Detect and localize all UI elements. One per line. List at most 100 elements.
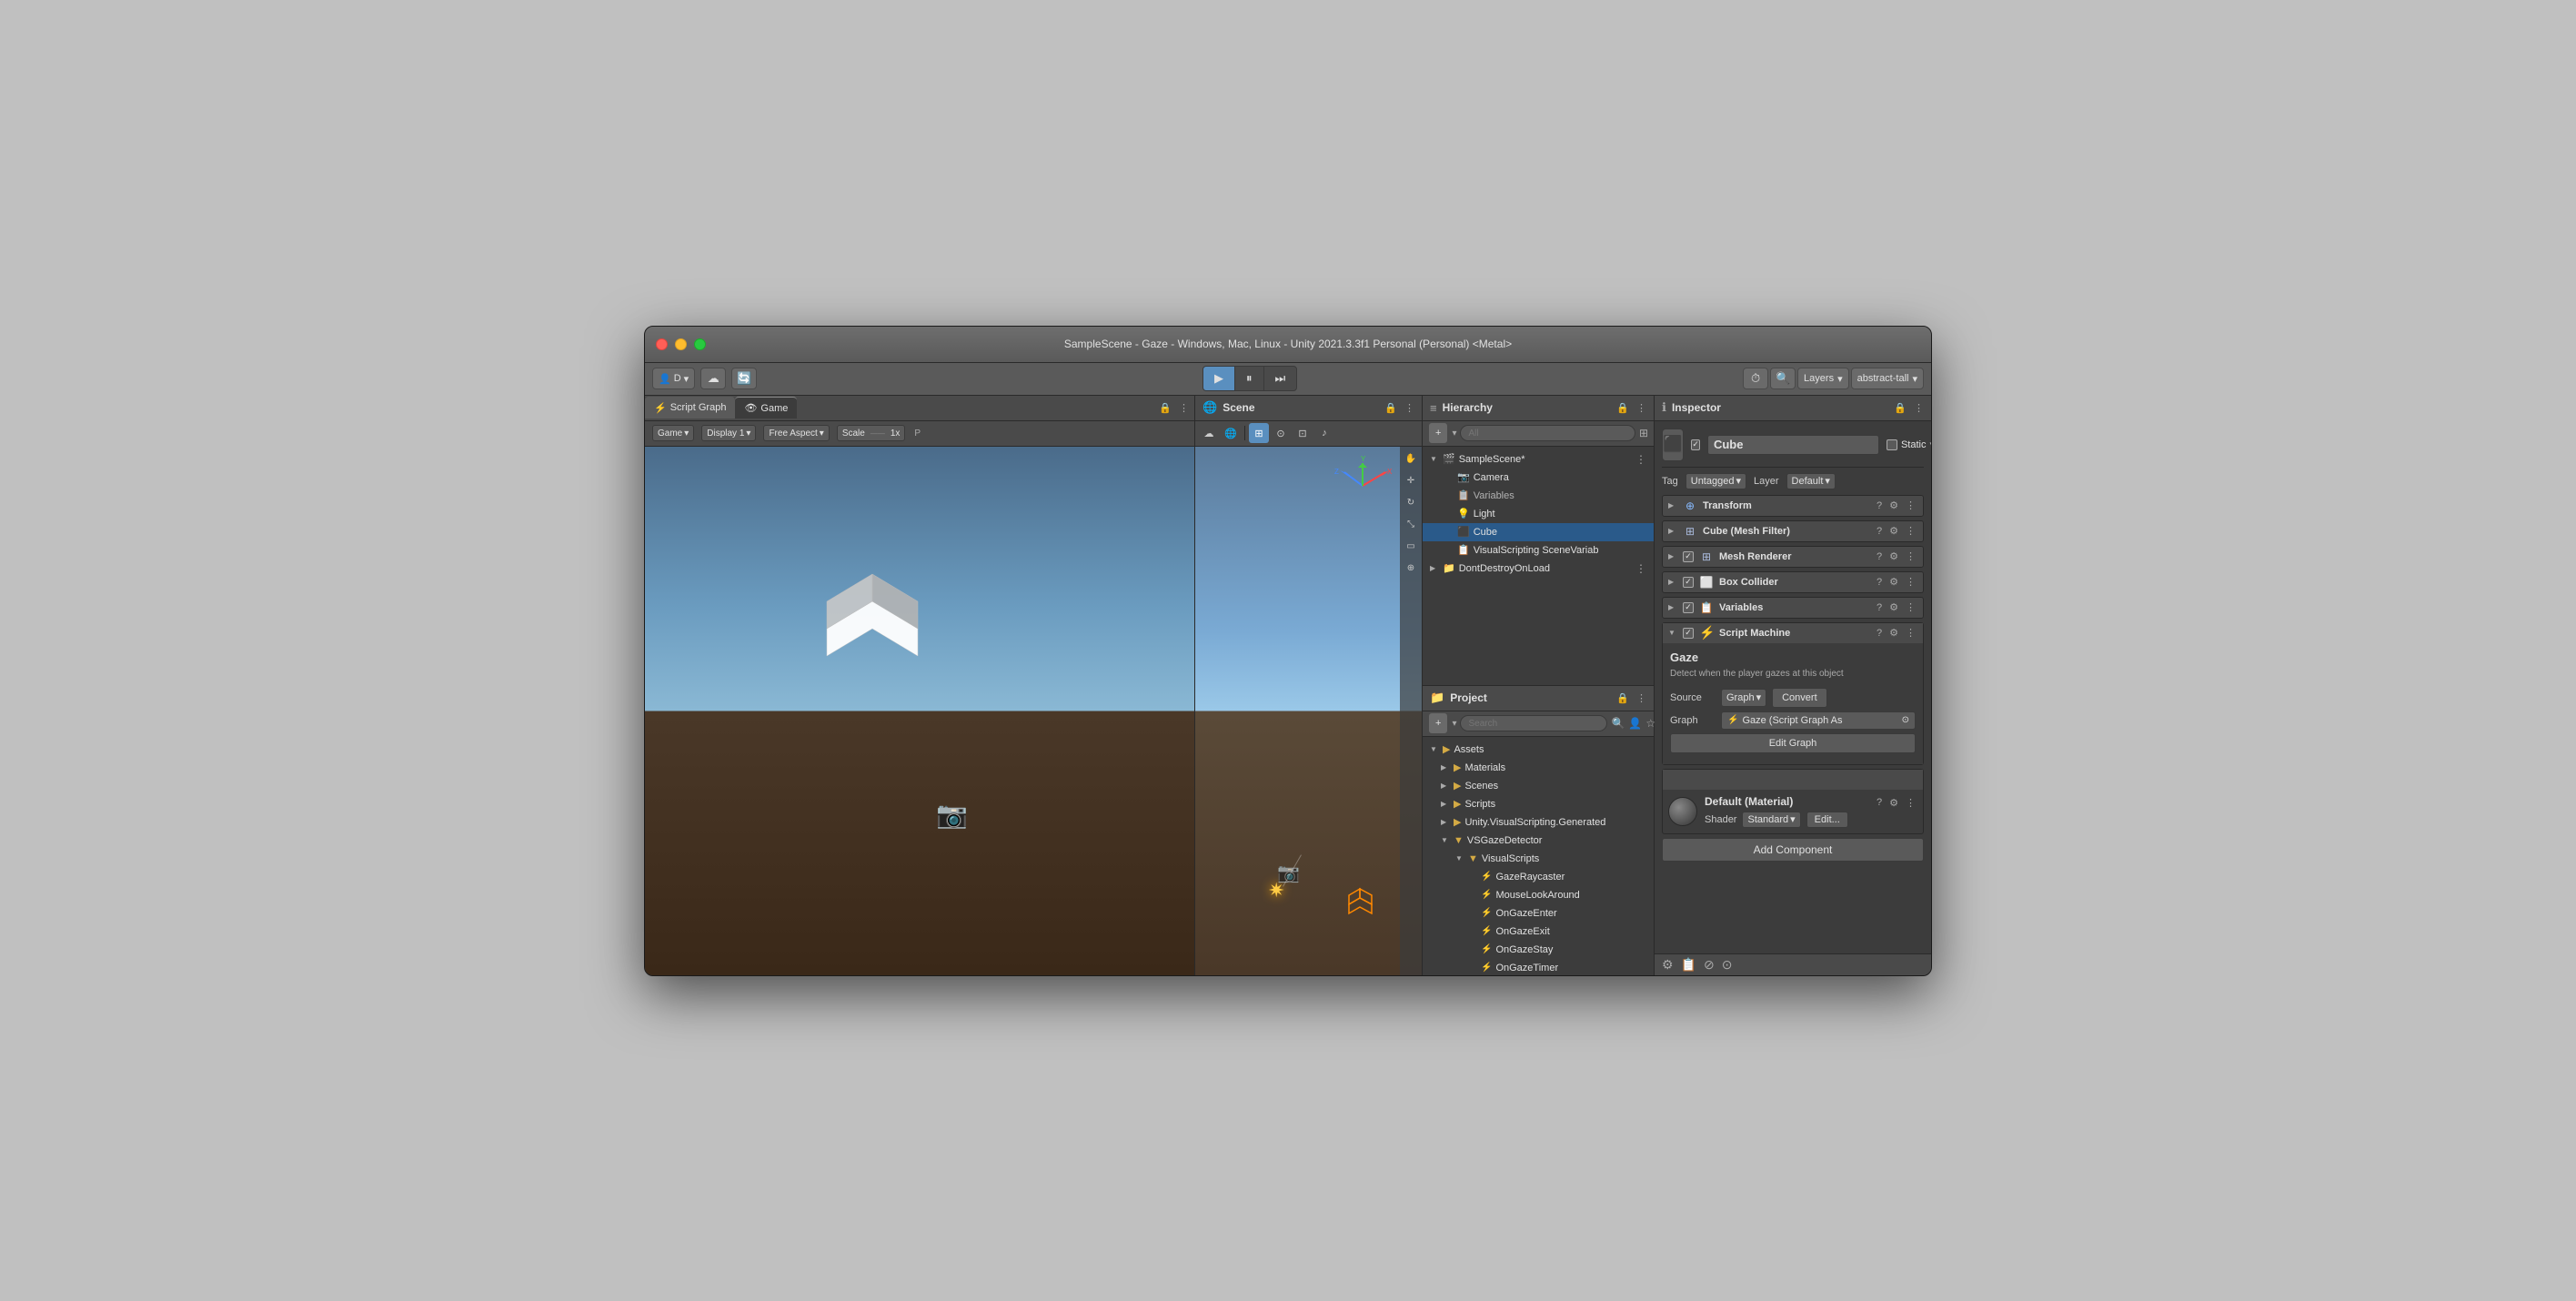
shader-dropdown[interactable]: Standard ▾ [1742, 812, 1800, 828]
transform-header[interactable]: ▶ ⊕ Transform ? ⚙ ⋮ [1663, 496, 1923, 516]
sm-more[interactable]: ⋮ [1904, 627, 1917, 639]
hierarchy-item-variables[interactable]: ▶ 📋 Variables [1423, 487, 1654, 505]
layout-dropdown[interactable]: abstract-tall ▾ [1851, 368, 1924, 389]
pause-button[interactable]: ⏸ [1235, 367, 1264, 390]
project-on-gaze-timer[interactable]: ⚡ OnGazeTimer [1423, 959, 1654, 975]
play-button[interactable]: ▶ [1203, 367, 1235, 390]
account2-button[interactable]: 🔄 [731, 368, 757, 389]
sm-help[interactable]: ? [1875, 627, 1884, 639]
mesh-filter-more[interactable]: ⋮ [1904, 525, 1917, 537]
scene-lock[interactable]: 🔒 [1384, 402, 1397, 414]
script-machine-header[interactable]: ▼ ⚡ Script Machine ? ⚙ ⋮ [1663, 623, 1923, 643]
mesh-renderer-help[interactable]: ? [1875, 550, 1884, 562]
scale-control[interactable]: Scale —— 1x [837, 425, 906, 441]
material-header[interactable] [1663, 770, 1923, 790]
static-arrow[interactable]: ▾ [1929, 439, 1931, 449]
scene-snap-btn[interactable]: ⊡ [1293, 423, 1313, 443]
hierarchy-item-scene[interactable]: ▼ 🎬 SampleScene* ⋮ [1423, 450, 1654, 469]
project-add-button[interactable]: + [1428, 712, 1448, 734]
inspector-more[interactable]: ⋮ [1914, 402, 1924, 414]
step-button[interactable]: ⏭ [1264, 367, 1297, 390]
project-gaze-raycaster[interactable]: ⚡ GazeRaycaster [1423, 868, 1654, 886]
mesh-renderer-check[interactable] [1683, 551, 1694, 562]
tab-game[interactable]: 👁 Game [735, 397, 797, 419]
sm-convert-button[interactable]: Convert [1772, 688, 1827, 708]
layers-dropdown[interactable]: Layers ▾ [1797, 368, 1849, 389]
status-icon-1[interactable]: ⚙ [1662, 957, 1674, 973]
material-settings[interactable]: ⚙ [1887, 797, 1900, 809]
left-panel-lock[interactable]: 🔒 [1159, 402, 1172, 414]
scene-gizmo-btn[interactable]: ⊙ [1271, 423, 1291, 443]
transform-more[interactable]: ⋮ [1904, 499, 1917, 511]
variables-more[interactable]: ⋮ [1904, 601, 1917, 613]
static-check[interactable] [1887, 439, 1897, 450]
layer-dropdown[interactable]: Default ▾ [1786, 473, 1836, 489]
inspector-lock[interactable]: 🔒 [1894, 402, 1907, 414]
sm-edit-graph-button[interactable]: Edit Graph [1670, 733, 1916, 753]
material-more[interactable]: ⋮ [1904, 797, 1917, 809]
sm-check[interactable] [1683, 628, 1694, 639]
cloud-button[interactable]: ☁ [700, 368, 726, 389]
hierarchy-add-button[interactable]: + [1428, 422, 1448, 444]
material-help[interactable]: ? [1875, 797, 1884, 809]
hierarchy-item-light[interactable]: ▶ 💡 Light [1423, 505, 1654, 523]
project-vs-generated[interactable]: ▶ ▶ Unity.VisualScripting.Generated [1423, 813, 1654, 832]
tag-dropdown[interactable]: Untagged ▾ [1685, 473, 1746, 489]
mesh-filter-settings[interactable]: ⚙ [1887, 525, 1900, 537]
project-search-icon[interactable]: 🔍 [1611, 717, 1625, 730]
sm-graph-pick[interactable]: ⊙ [1902, 715, 1909, 725]
close-button[interactable] [656, 338, 668, 350]
status-icon-4[interactable]: ⊙ [1722, 957, 1733, 973]
history-button[interactable]: ⏱ [1743, 368, 1768, 389]
project-more[interactable]: ⋮ [1636, 692, 1646, 704]
mesh-renderer-header[interactable]: ▶ ⊞ Mesh Renderer ? ⚙ ⋮ [1663, 547, 1923, 567]
project-on-gaze-enter[interactable]: ⚡ OnGazeEnter [1423, 904, 1654, 923]
transform-help[interactable]: ? [1875, 499, 1884, 511]
scene-more-btn[interactable]: ⋮ [1635, 453, 1646, 466]
project-on-gaze-exit[interactable]: ⚡ OnGazeExit [1423, 923, 1654, 941]
scene-shading-btn[interactable]: 🌐 [1221, 423, 1241, 443]
variables-header[interactable]: ▶ 📋 Variables ? ⚙ ⋮ [1663, 598, 1923, 618]
aspect-dropdown[interactable]: Free Aspect ▾ [763, 425, 829, 441]
shader-edit-button[interactable]: Edit... [1806, 812, 1848, 828]
project-scenes[interactable]: ▶ ▶ Scenes [1423, 777, 1654, 795]
project-dd-arrow[interactable]: ▾ [1452, 719, 1456, 729]
game-dropdown[interactable]: Game ▾ [652, 425, 694, 441]
display-dropdown[interactable]: Display 1 ▾ [701, 425, 756, 441]
box-collider-more[interactable]: ⋮ [1904, 576, 1917, 588]
hierarchy-item-dont-destroy[interactable]: ▶ 📁 DontDestroyOnLoad ⋮ [1423, 560, 1654, 578]
transform-settings[interactable]: ⚙ [1887, 499, 1900, 511]
hierarchy-dd-arrow[interactable]: ▾ [1452, 429, 1456, 439]
hierarchy-more[interactable]: ⋮ [1636, 402, 1646, 414]
object-name-field[interactable] [1707, 435, 1879, 455]
status-icon-2[interactable]: 📋 [1681, 957, 1696, 973]
sm-settings[interactable]: ⚙ [1887, 627, 1900, 639]
left-panel-more[interactable]: ⋮ [1179, 402, 1189, 414]
object-enable-check[interactable] [1691, 439, 1700, 450]
box-collider-help[interactable]: ? [1875, 576, 1884, 588]
project-on-gaze-stay[interactable]: ⚡ OnGazeStay [1423, 941, 1654, 959]
tab-script-graph[interactable]: ⚡ Script Graph [645, 397, 735, 419]
hierarchy-item-visual-scripting[interactable]: ▶ 📋 VisualScripting SceneVariab [1423, 541, 1654, 560]
scene-audio-btn[interactable]: ♪ [1314, 423, 1334, 443]
hierarchy-item-camera[interactable]: ▶ 📷 Camera [1423, 469, 1654, 487]
mesh-filter-help[interactable]: ? [1875, 525, 1884, 537]
project-assets[interactable]: ▼ ▶ Assets [1423, 741, 1654, 759]
box-collider-settings[interactable]: ⚙ [1887, 576, 1900, 588]
variables-settings[interactable]: ⚙ [1887, 601, 1900, 613]
mesh-filter-header[interactable]: ▶ ⊞ Cube (Mesh Filter) ? ⚙ ⋮ [1663, 521, 1923, 541]
maximize-button[interactable] [694, 338, 706, 350]
hierarchy-search[interactable] [1460, 425, 1635, 441]
mesh-renderer-settings[interactable]: ⚙ [1887, 550, 1900, 562]
variables-check[interactable] [1683, 602, 1694, 613]
scene-more[interactable]: ⋮ [1404, 402, 1414, 414]
project-materials[interactable]: ▶ ▶ Materials [1423, 759, 1654, 777]
hierarchy-lock[interactable]: 🔒 [1616, 402, 1629, 414]
scene-grid-btn[interactable]: ⊞ [1249, 423, 1269, 443]
project-filter-icon[interactable]: 👤 [1628, 717, 1642, 730]
project-lock[interactable]: 🔒 [1616, 692, 1629, 704]
add-component-button[interactable]: Add Component [1662, 838, 1924, 862]
project-search[interactable] [1460, 715, 1607, 731]
status-icon-3[interactable]: ⊘ [1704, 957, 1715, 973]
box-collider-check[interactable] [1683, 577, 1694, 588]
